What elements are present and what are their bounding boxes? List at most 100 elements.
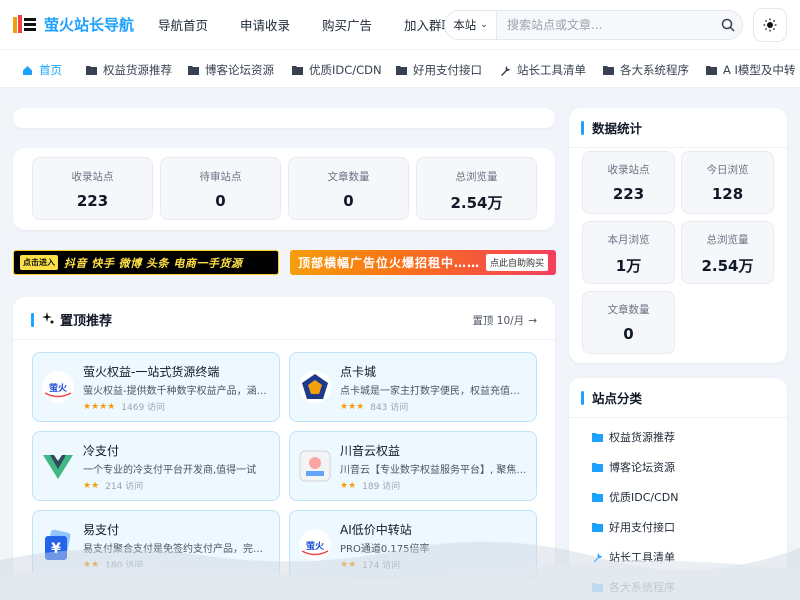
stat-value: 223	[76, 192, 109, 210]
nav-apply[interactable]: 申请收录	[240, 15, 290, 34]
folder-icon	[86, 65, 97, 75]
cat-tools[interactable]: 站长工具清单	[500, 62, 586, 78]
cat-quanyi[interactable]: 权益货源推荐	[86, 62, 172, 78]
stat-value: 0	[623, 325, 634, 343]
sidebar-cat-item[interactable]: 站长工具清单	[592, 549, 675, 565]
site-name: AI低价中转站	[340, 523, 412, 537]
sidebar-cat-item[interactable]: 各大系统程序	[592, 579, 675, 595]
main-nav: 导航首页 申请收录 购买广告 加入群聊	[150, 15, 454, 34]
cat-label: 权益货源推荐	[609, 431, 675, 444]
site-meta: ★★ 174 访问	[340, 558, 400, 572]
folder-icon	[292, 65, 303, 75]
stat-value: 223	[612, 185, 645, 203]
banner-tag: 点击进入	[20, 255, 58, 270]
banner-buy-button[interactable]: 点此自助购买	[485, 254, 548, 271]
site-desc: 川音云【专业数字权益服务平台】, 聚焦企…	[340, 465, 528, 476]
sidebar-stat: 本月浏览 1万	[582, 221, 675, 284]
site-name: 川音云权益	[340, 444, 401, 458]
site-card[interactable]: 萤火 萤火权益-一站式货源终端 萤火权益-提供数千种数字权益产品，涵盖… ★★★…	[32, 352, 280, 422]
rating-stars: ★★★	[340, 401, 365, 412]
search-bar: 本站 ⌄	[444, 10, 743, 40]
sidebar-stat: 今日浏览 128	[681, 151, 774, 214]
pin-price-link[interactable]: 置顶 10/月 →	[472, 313, 537, 328]
cat-label: A I模型及中转	[723, 63, 796, 77]
rating-stars: ★★	[340, 480, 357, 491]
banner-text: 顶部横幅广告位火爆招租中……	[298, 256, 481, 270]
stat-value: 1万	[615, 257, 642, 275]
cat-label: 优质IDC/CDN	[609, 491, 679, 504]
site-card[interactable]: ¥ 易支付 易支付聚合支付是免签约支付产品，完美解… ★★ 180 访问	[32, 510, 280, 580]
cat-home[interactable]: 首页	[22, 62, 62, 78]
stat-label: 总浏览量	[455, 171, 498, 183]
sidebar-cat-item[interactable]: 好用支付接口	[592, 519, 675, 535]
sidebar-categories-card: 站点分类 权益货源推荐 博客论坛资源 优质IDC/CDN 好用支付接口 站长工具…	[569, 378, 787, 600]
divider	[569, 147, 787, 148]
visit-count: 180 访问	[105, 561, 144, 571]
site-card[interactable]: 川音云权益 川音云【专业数字权益服务平台】, 聚焦企… ★★ 189 访问	[289, 431, 537, 501]
rating-stars: ★★★★	[83, 401, 116, 412]
stat-value: 2.54万	[701, 257, 754, 275]
yinghuo-logo-icon: 萤火	[41, 370, 75, 404]
yinghuo-logo-icon: 萤火	[298, 528, 332, 562]
nav-home[interactable]: 导航首页	[158, 15, 208, 34]
site-name: 萤火权益-一站式货源终端	[83, 365, 220, 379]
search-scope-label: 本站	[453, 18, 477, 32]
site-desc: 点卡城是一家主打数字便民，权益充值，服…	[340, 386, 528, 397]
visit-count: 843 访问	[370, 403, 409, 413]
folder-icon	[592, 582, 603, 592]
cat-systems[interactable]: 各大系统程序	[603, 62, 689, 78]
sidebar-cat-item[interactable]: 优质IDC/CDN	[592, 489, 678, 505]
site-logo[interactable]: 萤火站长导航	[12, 14, 142, 36]
search-icon[interactable]	[714, 11, 742, 39]
search-scope-select[interactable]: 本站 ⌄	[445, 11, 497, 39]
site-desc: 一个专业的冷支付平台开发商,值得一试	[83, 465, 257, 476]
cat-pay[interactable]: 好用支付接口	[396, 62, 482, 78]
site-name: 点卡城	[340, 365, 377, 379]
site-meta: ★★ 180 访问	[83, 558, 144, 572]
folder-icon	[396, 65, 407, 75]
stat-pending: 待审站点 0	[160, 157, 281, 220]
sidebar-header: 站点分类	[581, 388, 642, 407]
cat-label: 博客论坛资源	[609, 461, 675, 474]
divider	[13, 339, 555, 340]
search-input[interactable]	[497, 11, 714, 39]
ad-banner-left[interactable]: 点击进入 抖音 快手 微博 头条 电商一手货源	[13, 250, 279, 275]
site-name: 易支付	[83, 523, 120, 537]
folder-icon	[592, 462, 603, 472]
site-card[interactable]: 点卡城 点卡城是一家主打数字便民，权益充值，服… ★★★ 843 访问	[289, 352, 537, 422]
stat-articles: 文章数量 0	[288, 157, 409, 220]
top-header: 萤火站长导航 导航首页 申请收录 购买广告 加入群聊 本站 ⌄	[0, 0, 800, 50]
sun-icon	[763, 18, 777, 32]
cat-idc[interactable]: 优质IDC/CDN	[292, 62, 382, 78]
site-desc: 易支付聚合支付是免签约支付产品，完美解…	[83, 544, 271, 555]
stat-label: 今日浏览	[706, 164, 749, 176]
ad-banner-right[interactable]: 顶部横幅广告位火爆招租中…… 点此自助购买	[290, 250, 556, 275]
stat-sites: 收录站点 223	[32, 157, 153, 220]
nav-buy-ad[interactable]: 购买广告	[322, 15, 372, 34]
site-meta: ★★ 214 访问	[83, 479, 143, 493]
stat-label: 待审站点	[199, 171, 242, 183]
divider	[569, 417, 787, 418]
category-bar: 首页 权益货源推荐 博客论坛资源 优质IDC/CDN 好用支付接口 站长工具清单…	[0, 50, 800, 88]
sidebar-cat-item[interactable]: 博客论坛资源	[592, 459, 675, 475]
sidebar-stats-card: 数据统计 收录站点 223 今日浏览 128 本月浏览 1万 总浏览量 2.54…	[569, 108, 787, 363]
sidebar-stat: 文章数量 0	[582, 291, 675, 354]
svg-text:萤火: 萤火	[49, 382, 68, 394]
stat-value: 0	[343, 192, 354, 210]
theme-toggle-button[interactable]	[753, 8, 787, 42]
sidebar-cat-item[interactable]: 权益货源推荐	[592, 429, 675, 445]
site-meta: ★★ 189 访问	[340, 479, 400, 493]
sidebar-header: 数据统计	[581, 118, 642, 137]
cat-blog[interactable]: 博客论坛资源	[188, 62, 274, 78]
cat-label: 各大系统程序	[609, 581, 675, 594]
site-card[interactable]: 冷支付 一个专业的冷支付平台开发商,值得一试 ★★ 214 访问	[32, 431, 280, 501]
stat-label: 文章数量	[327, 171, 370, 183]
folder-icon	[603, 65, 614, 75]
cat-label: 博客论坛资源	[205, 63, 274, 77]
site-meta: ★★★★ 1469 访问	[83, 400, 165, 414]
stat-label: 收录站点	[607, 164, 650, 176]
site-card[interactable]: 萤火 AI低价中转站 PRO通道0.175倍率 ★★ 174 访问	[289, 510, 537, 580]
chuanyin-logo-icon	[298, 449, 332, 483]
stat-label: 本月浏览	[607, 234, 650, 246]
cat-ai[interactable]: A I模型及中转	[706, 62, 795, 78]
